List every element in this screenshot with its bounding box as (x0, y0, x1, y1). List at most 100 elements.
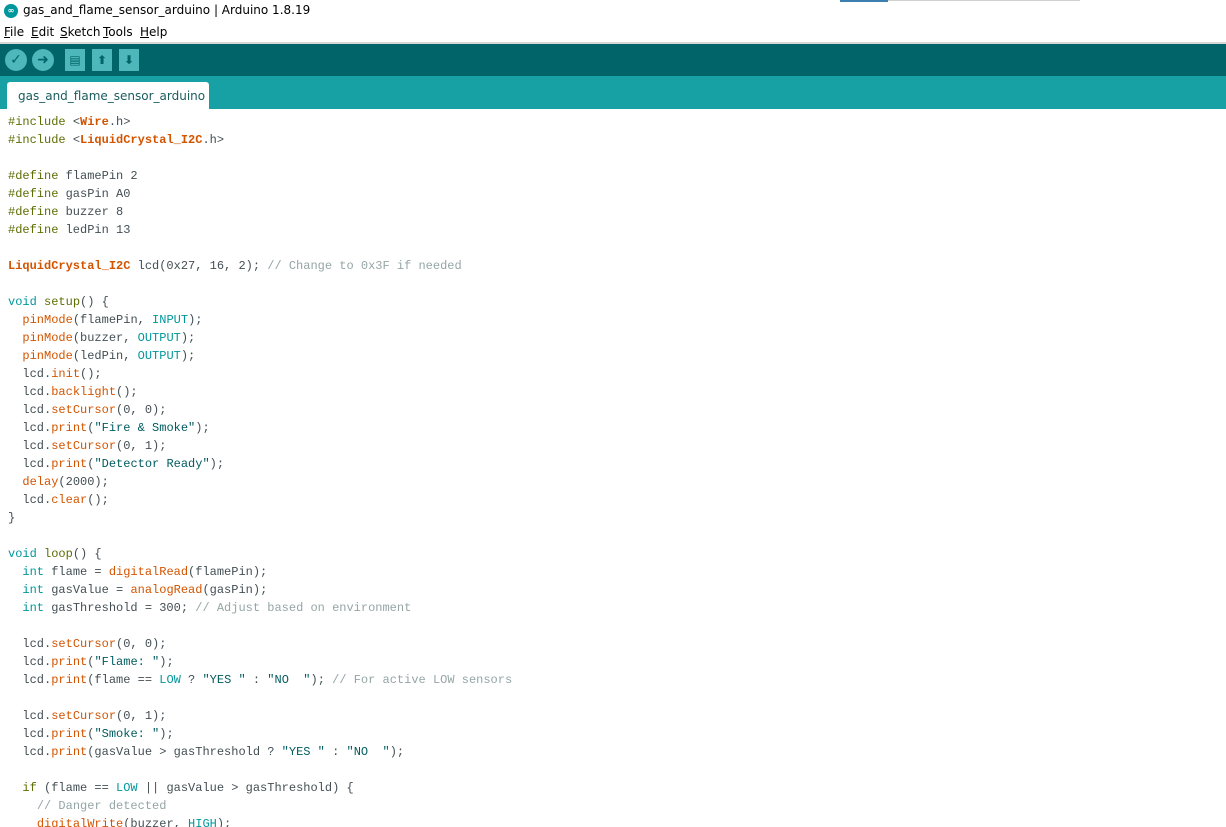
code-token: LiquidCrystal_I2C (80, 133, 203, 147)
window-title: gas_and_flame_sensor_arduino | Arduino 1… (23, 3, 311, 17)
code-token: digitalRead (108, 565, 189, 579)
code-line[interactable]: if (flame == LOW || gasValue > gasThresh… (8, 779, 512, 797)
code-line[interactable]: lcd.clear(); (8, 491, 512, 509)
code-line[interactable]: lcd.backlight(); (8, 383, 512, 401)
code-line[interactable]: int gasThreshold = 300; // Adjust based … (8, 599, 512, 617)
title-bar: ∞ gas_and_flame_sensor_arduino | Arduino… (0, 0, 1226, 22)
code-token: pinMode (22, 313, 73, 327)
code-token: setCursor (51, 637, 117, 651)
code-line[interactable] (8, 617, 512, 635)
code-line[interactable]: pinMode(buzzer, OUTPUT); (8, 329, 512, 347)
code-token: #include (8, 115, 73, 129)
code-token: ); (188, 313, 203, 327)
code-token: () { (80, 295, 109, 309)
code-token: lcd. (8, 421, 52, 435)
code-line[interactable] (8, 239, 512, 257)
code-line[interactable]: // Danger detected (8, 797, 512, 815)
code-token: gasThreshold = 300; (44, 601, 196, 615)
code-line[interactable]: #include <LiquidCrystal_I2C.h> (8, 131, 512, 149)
code-line[interactable] (8, 527, 512, 545)
code-editor[interactable]: #include <Wire.h> #include <LiquidCrystal… (0, 109, 1226, 827)
code-token: OUTPUT (137, 331, 181, 345)
code-line[interactable]: lcd.print("Smoke: "); (8, 725, 512, 743)
code-token: if (22, 781, 37, 795)
code-line[interactable]: lcd.init(); (8, 365, 512, 383)
code-line[interactable]: int gasValue = analogRead(gasPin); (8, 581, 512, 599)
code-token: int (22, 601, 45, 615)
code-token: ? (180, 673, 203, 687)
menu-help[interactable]: Help (140, 25, 167, 39)
code-token: : (324, 745, 347, 759)
open-button[interactable]: ⬆ (92, 49, 112, 71)
code-line[interactable]: #define flamePin 2 (8, 167, 512, 185)
code-token: delay (22, 475, 59, 489)
code-line[interactable]: lcd.setCursor(0, 0); (8, 401, 512, 419)
code-token: ); (209, 457, 225, 471)
code-line[interactable] (8, 275, 512, 293)
upload-button[interactable]: ➜ (32, 49, 54, 71)
code-token: "YES " (281, 745, 325, 759)
code-token: < (72, 115, 81, 129)
new-button[interactable]: ▤ (65, 49, 85, 71)
code-line[interactable]: lcd.setCursor(0, 1); (8, 437, 512, 455)
code-token: lcd(0x27, 16, 2); (130, 259, 268, 273)
code-line[interactable]: #define gasPin A0 (8, 185, 512, 203)
code-token: int (22, 583, 45, 597)
code-line[interactable]: #include <Wire.h> (8, 113, 512, 131)
code-token: ledPin 13 (65, 223, 131, 237)
code-line[interactable]: lcd.print(flame == LOW ? "YES " : "NO ")… (8, 671, 512, 689)
code-token: lcd. (8, 673, 52, 687)
code-line[interactable]: lcd.print("Flame: "); (8, 653, 512, 671)
code-line[interactable]: #define ledPin 13 (8, 221, 512, 239)
code-line[interactable]: digitalWrite(buzzer, HIGH); (8, 815, 512, 827)
code-line[interactable]: delay(2000); (8, 473, 512, 491)
code-token: // Change to 0x3F if needed (267, 259, 462, 273)
code-token: ); (180, 331, 196, 345)
code-token: (gasValue > gasThreshold ? (87, 745, 282, 759)
code-token: ); (180, 349, 196, 363)
code-token: void (8, 547, 45, 561)
arrow-right-icon: ➜ (37, 52, 49, 68)
menu-tools[interactable]: Tools (103, 25, 133, 39)
code-line[interactable]: lcd.setCursor(0, 1); (8, 707, 512, 725)
code-token: #define (8, 169, 66, 183)
code-token: // Danger detected (36, 799, 167, 813)
code-token: #define (8, 187, 66, 201)
code-line[interactable] (8, 761, 512, 779)
code-line[interactable]: } (8, 509, 512, 527)
title-accent-line (840, 0, 888, 2)
code-area[interactable]: #include <Wire.h> #include <LiquidCrystal… (8, 113, 512, 827)
menu-edit[interactable]: Edit (31, 25, 54, 39)
code-line[interactable]: lcd.print("Fire & Smoke"); (8, 419, 512, 437)
verify-button[interactable]: ✓ (5, 49, 27, 71)
menu-sketch[interactable]: Sketch (60, 25, 100, 39)
code-token: LOW (116, 781, 138, 795)
code-token: "YES " (202, 673, 246, 687)
code-token: OUTPUT (137, 349, 181, 363)
tab-sketch[interactable]: gas_and_flame_sensor_arduino (7, 82, 209, 109)
code-token: lcd. (8, 493, 52, 507)
code-line[interactable]: lcd.setCursor(0, 0); (8, 635, 512, 653)
code-line[interactable]: pinMode(ledPin, OUTPUT); (8, 347, 512, 365)
code-line[interactable]: lcd.print("Detector Ready"); (8, 455, 512, 473)
code-line[interactable]: int flame = digitalRead(flamePin); (8, 563, 512, 581)
code-line[interactable]: lcd.print(gasValue > gasThreshold ? "YES… (8, 743, 512, 761)
code-line[interactable]: pinMode(flamePin, INPUT); (8, 311, 512, 329)
code-line[interactable] (8, 689, 512, 707)
code-token: ); (310, 673, 333, 687)
code-token: print (51, 457, 88, 471)
save-button[interactable]: ⬇ (119, 49, 139, 71)
code-line[interactable] (8, 149, 512, 167)
code-line[interactable]: #define buzzer 8 (8, 203, 512, 221)
code-line[interactable]: void setup() { (8, 293, 512, 311)
code-line[interactable]: void loop() { (8, 545, 512, 563)
code-line[interactable]: LiquidCrystal_I2C lcd(0x27, 16, 2); // C… (8, 257, 512, 275)
code-token: print (51, 655, 88, 669)
menu-file[interactable]: File (4, 25, 24, 39)
code-token: backlight (51, 385, 117, 399)
